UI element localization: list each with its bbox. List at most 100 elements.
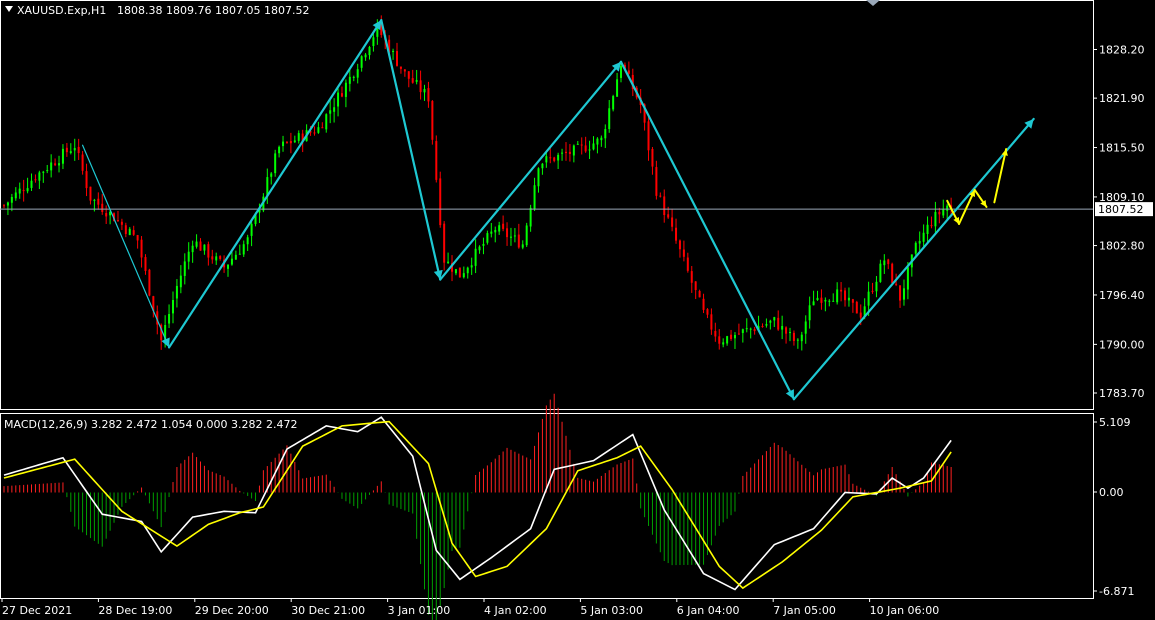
- candle-body: [22, 190, 25, 192]
- trading-chart[interactable]: XAUUSD.Exp,H1 1808.38 1809.76 1807.05 18…: [0, 0, 1155, 620]
- candle-body: [922, 232, 925, 242]
- candle-body: [867, 291, 870, 306]
- candle-body: [855, 301, 858, 314]
- candle-body: [934, 211, 937, 227]
- candle-body: [946, 205, 949, 211]
- candle-body: [808, 305, 811, 321]
- candle-body: [879, 263, 882, 282]
- candle-body: [502, 223, 505, 229]
- wave-line: [619, 60, 796, 401]
- candle-body: [549, 157, 552, 159]
- candle-body: [54, 163, 57, 166]
- candle-body: [191, 245, 194, 253]
- candle-body: [722, 342, 725, 345]
- candle-body: [10, 196, 13, 203]
- candle-body: [85, 171, 88, 189]
- candle-body: [698, 291, 701, 298]
- candle-body: [368, 47, 371, 56]
- candle-body: [65, 147, 68, 153]
- collapse-triangle-icon[interactable]: [5, 6, 13, 12]
- price-tick-label: 1783.70: [1099, 387, 1145, 400]
- candle-body: [737, 333, 740, 335]
- candle-body: [816, 297, 819, 301]
- candle-body: [671, 217, 674, 227]
- candle-body: [352, 76, 355, 78]
- candle-body: [392, 50, 395, 52]
- candle-body: [333, 107, 336, 112]
- candle-body: [148, 269, 151, 296]
- candle-body: [580, 144, 583, 146]
- candle-body: [800, 334, 803, 342]
- candle-body: [411, 78, 414, 83]
- candle-body: [765, 324, 768, 326]
- candle-body: [372, 37, 375, 47]
- candle-body: [105, 213, 108, 217]
- candle-body: [187, 251, 190, 262]
- candle-body: [918, 240, 921, 244]
- symbol-label: XAUUSD.Exp,H1: [17, 4, 106, 17]
- scroll-marker-icon[interactable]: [866, 0, 880, 6]
- candle-body: [344, 82, 347, 97]
- time-tick-label: 30 Dec 21:00: [291, 604, 365, 617]
- candle-body: [494, 229, 497, 233]
- candle-body: [812, 301, 815, 306]
- candle-body: [132, 230, 135, 235]
- candle-body: [745, 328, 748, 330]
- candle-body: [478, 246, 481, 251]
- candle-body: [470, 265, 473, 268]
- candle-body: [828, 300, 831, 302]
- candle-body: [238, 253, 241, 255]
- candle-body: [749, 328, 752, 330]
- candle-body: [537, 168, 540, 187]
- price-tick-label: 1796.40: [1099, 289, 1145, 302]
- price-tick-label: 1828.20: [1099, 44, 1145, 57]
- candle-body: [81, 154, 84, 171]
- candle-body: [435, 141, 438, 180]
- candle-body: [592, 143, 595, 150]
- wave-line: [792, 117, 1035, 401]
- candle-body: [781, 326, 784, 330]
- candle-body: [930, 225, 933, 227]
- candle-body: [702, 298, 705, 310]
- candle-body: [215, 256, 218, 261]
- candle-body: [844, 290, 847, 301]
- candle-body: [871, 290, 874, 292]
- candle-body: [836, 289, 839, 303]
- candle-body: [521, 244, 524, 248]
- candle-body: [513, 235, 516, 237]
- candle-body: [278, 146, 281, 154]
- candle-body: [553, 157, 556, 161]
- candle-body: [423, 88, 426, 93]
- macd-main-line: [3, 416, 952, 591]
- price-tick-label: 1809.10: [1099, 191, 1145, 204]
- candle-body: [847, 297, 850, 301]
- candle-body: [227, 264, 230, 269]
- candle-body: [454, 269, 457, 274]
- candle-body: [832, 300, 835, 302]
- price-axis: 1828.20 1821.90 1815.50 1809.10 1802.80 1796.…: [1093, 44, 1145, 400]
- candle-body: [360, 56, 363, 68]
- candle-body: [529, 207, 532, 227]
- candle-body: [730, 334, 733, 339]
- candle-body: [777, 317, 780, 330]
- candle-body: [824, 299, 827, 302]
- candle-body: [329, 110, 332, 114]
- candle-body: [293, 140, 296, 143]
- candle-body: [419, 80, 422, 93]
- candle-body: [942, 209, 945, 216]
- time-tick-label: 28 Dec 19:00: [98, 604, 172, 617]
- candle-body: [211, 256, 214, 260]
- candle-body: [541, 163, 544, 169]
- price-panel-frame: [0, 0, 1094, 410]
- candle-body: [313, 132, 316, 134]
- candle-body: [242, 244, 245, 255]
- macd-tick-label: 0.00: [1099, 486, 1124, 499]
- wave-annotations: [81, 19, 1035, 401]
- price-tick-label: 1821.90: [1099, 92, 1145, 105]
- svg-text:1807.52: 1807.52: [1098, 203, 1144, 216]
- candle-body: [93, 199, 96, 201]
- candle-body: [718, 336, 721, 344]
- candle-body: [517, 234, 520, 248]
- candle-body: [101, 203, 104, 212]
- candle-body: [364, 54, 367, 58]
